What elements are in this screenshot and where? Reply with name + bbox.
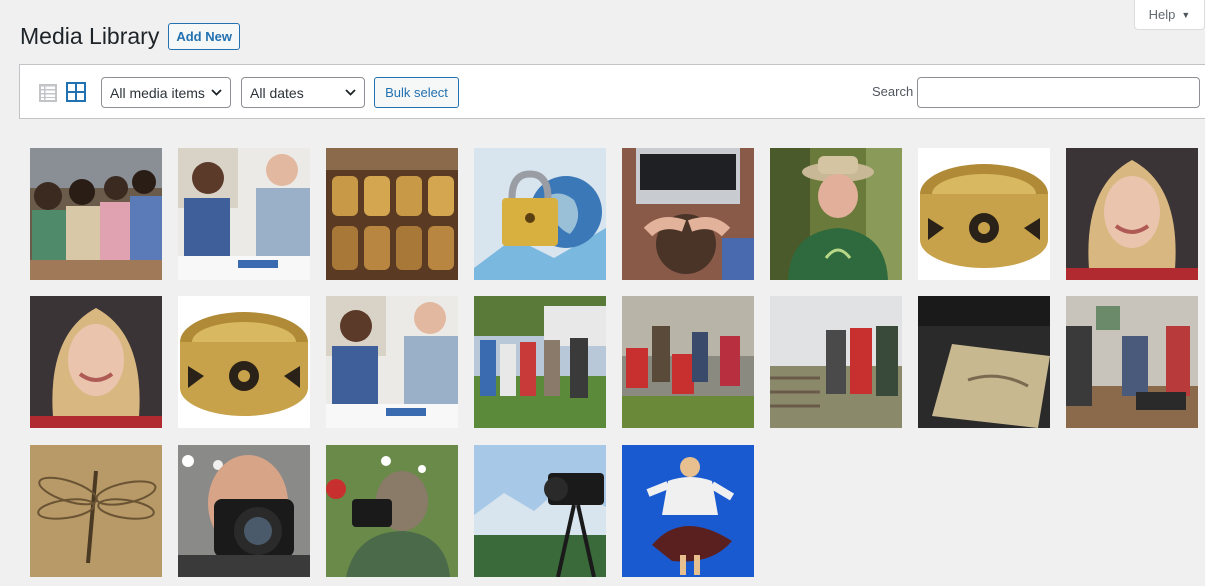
camera-tripod-mountains-thumbnail: [474, 445, 606, 577]
carved-golden-panels-thumbnail: [326, 148, 458, 280]
classroom-students-thumbnail: [30, 148, 162, 280]
gold-ring-thumbnail: [178, 296, 310, 428]
media-item[interactable]: [474, 445, 606, 577]
media-item[interactable]: [30, 445, 162, 577]
help-tab[interactable]: Help ▼: [1134, 0, 1205, 30]
group-at-gate-thumbnail: [770, 296, 902, 428]
media-item[interactable]: [178, 445, 310, 577]
media-item[interactable]: [622, 148, 754, 280]
blonde-woman-portrait-thumbnail: [1066, 148, 1198, 280]
media-item[interactable]: [918, 148, 1050, 280]
media-item[interactable]: [474, 148, 606, 280]
media-item[interactable]: [622, 296, 754, 428]
page-title: Media Library: [20, 22, 160, 49]
padlock-globe-thumbnail: [474, 148, 606, 280]
man-woman-meeting-thumbnail: [178, 148, 310, 280]
media-item[interactable]: [326, 296, 458, 428]
media-item[interactable]: [178, 296, 310, 428]
media-item[interactable]: [770, 148, 902, 280]
media-item[interactable]: [1066, 148, 1198, 280]
chevron-down-icon: [211, 89, 222, 96]
blonde-woman-portrait-thumbnail: [30, 296, 162, 428]
media-item[interactable]: [326, 148, 458, 280]
media-item[interactable]: [178, 148, 310, 280]
caret-down-icon: ▼: [1181, 9, 1191, 20]
list-view-icon[interactable]: [39, 84, 57, 102]
add-new-button[interactable]: Add New: [168, 22, 240, 50]
media-item[interactable]: [326, 445, 458, 577]
search-label: Search: [872, 84, 914, 99]
office-workers-thumbnail: [1066, 296, 1198, 428]
man-hat-outdoors-thumbnail: [770, 148, 902, 280]
man-woman-meeting-thumbnail: [326, 296, 458, 428]
media-item[interactable]: [30, 148, 162, 280]
date-filter-value: All dates: [250, 84, 304, 101]
media-item[interactable]: [474, 296, 606, 428]
media-type-filter[interactable]: All media items: [101, 77, 231, 108]
search-input[interactable]: [917, 77, 1200, 108]
man-laptop-thumbnail: [622, 148, 754, 280]
woman-with-camera-thumbnail: [326, 445, 458, 577]
man-with-camera-thumbnail: [178, 445, 310, 577]
media-item[interactable]: [622, 445, 754, 577]
media-type-filter-value: All media items: [110, 84, 205, 101]
dragonfly-fossil-thumbnail: [30, 445, 162, 577]
media-toolbar: All media items All dates Bulk select Se…: [19, 64, 1205, 119]
media-item[interactable]: [770, 296, 902, 428]
group-hikers-field-thumbnail: [474, 296, 606, 428]
media-item[interactable]: [1066, 296, 1198, 428]
group-seated-stone-wall-thumbnail: [622, 296, 754, 428]
help-label: Help: [1148, 7, 1176, 22]
bulk-select-button[interactable]: Bulk select: [374, 77, 459, 108]
grid-view-icon[interactable]: [66, 82, 86, 102]
media-item[interactable]: [30, 296, 162, 428]
page-header: Media Library Add New: [20, 20, 240, 52]
date-filter[interactable]: All dates: [241, 77, 365, 108]
fossil-fish-slab-thumbnail: [918, 296, 1050, 428]
gold-ring-thumbnail: [918, 148, 1050, 280]
media-item[interactable]: [918, 296, 1050, 428]
dancer-blue-background-thumbnail: [622, 445, 754, 577]
chevron-down-icon: [345, 89, 356, 96]
